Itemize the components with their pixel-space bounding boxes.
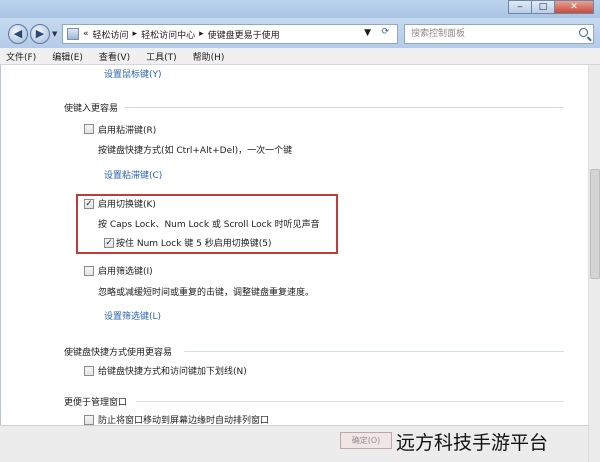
menu-tools[interactable]: 工具(T)	[146, 50, 177, 63]
search-icon[interactable]	[579, 28, 588, 37]
numlock-toggle-checkbox[interactable]: ✓	[104, 238, 114, 248]
breadcrumb-separator-icon[interactable]: ▸	[133, 29, 138, 39]
forward-button[interactable]: ▶	[30, 24, 50, 44]
maximize-button[interactable]: □	[531, 0, 555, 14]
breadcrumb-item-easeofaccess[interactable]: 轻松访问	[93, 28, 129, 41]
filter-keys-description: 忽略或减缓短时间或重复的击键，调整键盘重复速度。	[98, 288, 315, 298]
section-heading-easier-typing: 使键入更容易	[64, 104, 119, 114]
numlock-toggle-label[interactable]: 按住 Num Lock 键 5 秒启用切换键(5)	[116, 236, 272, 249]
address-bar[interactable]: « 轻松访问 ▸ 轻松访问中心 ▸ 使键盘更易于使用 ▼ ⟳	[62, 24, 398, 44]
menu-help[interactable]: 帮助(H)	[193, 50, 225, 63]
recent-pages-dropdown-icon[interactable]: ▼	[52, 30, 57, 38]
close-button[interactable]: ✕	[554, 0, 594, 14]
filter-keys-checkbox[interactable]	[84, 266, 94, 276]
prevent-snap-checkbox[interactable]	[84, 415, 94, 425]
sticky-keys-label[interactable]: 启用粘滞键(R)	[98, 123, 156, 136]
search-placeholder: 搜索控制面板	[411, 29, 466, 39]
breadcrumb-item-easeofaccess-center[interactable]: 轻松访问中心	[141, 28, 195, 41]
navigation-bar: ◀ ▶ ▼ « 轻松访问 ▸ 轻松访问中心 ▸ 使键盘更易于使用 ▼ ⟳ 搜索控…	[0, 18, 600, 48]
minimize-button[interactable]: ‒	[508, 0, 532, 14]
filter-keys-label[interactable]: 启用筛选键(I)	[98, 264, 153, 277]
underline-shortcuts-checkbox[interactable]	[84, 366, 94, 376]
toggle-keys-description: 按 Caps Lock、Num Lock 或 Scroll Lock 时听见声音	[98, 220, 320, 230]
title-bar: ‒ □ ✕	[0, 0, 600, 18]
sticky-keys-checkbox[interactable]	[84, 124, 94, 134]
control-panel-icon	[67, 28, 79, 40]
menu-bar: 文件(F) 编辑(E) 查看(V) 工具(T) 帮助(H)	[0, 48, 600, 65]
setup-sticky-keys-link[interactable]: 设置粘滞键(C)	[104, 168, 162, 181]
sticky-keys-description: 按键盘快捷方式(如 Ctrl+Alt+Del)，一次一个键	[98, 146, 293, 156]
ok-button[interactable]: 确定(O)	[340, 432, 392, 449]
section-heading-windows: 更便于管理窗口	[64, 398, 128, 408]
address-dropdown-icon[interactable]: ▼	[364, 28, 371, 38]
menu-file[interactable]: 文件(F)	[6, 50, 36, 63]
menu-edit[interactable]: 编辑(E)	[52, 50, 83, 63]
breadcrumb-separator-icon[interactable]: ▸	[199, 29, 204, 39]
breadcrumb-overflow[interactable]: «	[83, 29, 89, 39]
scrollbar-thumb[interactable]	[590, 169, 600, 279]
section-divider	[184, 351, 564, 352]
underline-shortcuts-label[interactable]: 给键盘快捷方式和访问键加下划线(N)	[98, 364, 247, 377]
vertical-scrollbar[interactable]	[588, 65, 600, 462]
setup-mouse-keys-link[interactable]: 设置鼠标键(Y)	[104, 67, 162, 80]
setup-filter-keys-link[interactable]: 设置筛选键(L)	[104, 309, 161, 322]
search-input[interactable]: 搜索控制面板	[404, 24, 594, 44]
toggle-keys-checkbox[interactable]: ✓	[84, 199, 94, 209]
menu-view[interactable]: 查看(V)	[99, 50, 130, 63]
section-divider	[124, 107, 564, 108]
refresh-icon[interactable]: ⟳	[381, 27, 389, 37]
window-controls: ‒ □ ✕	[508, 0, 594, 14]
back-button[interactable]: ◀	[8, 24, 28, 44]
section-heading-shortcuts: 使键盘快捷方式使用更容易	[64, 348, 173, 358]
section-divider	[136, 401, 564, 402]
toggle-keys-label[interactable]: 启用切换键(K)	[98, 197, 156, 210]
breadcrumb-item-keyboard[interactable]: 使键盘更易于使用	[208, 28, 280, 41]
watermark-text: 远方科技手游平台	[396, 432, 549, 454]
